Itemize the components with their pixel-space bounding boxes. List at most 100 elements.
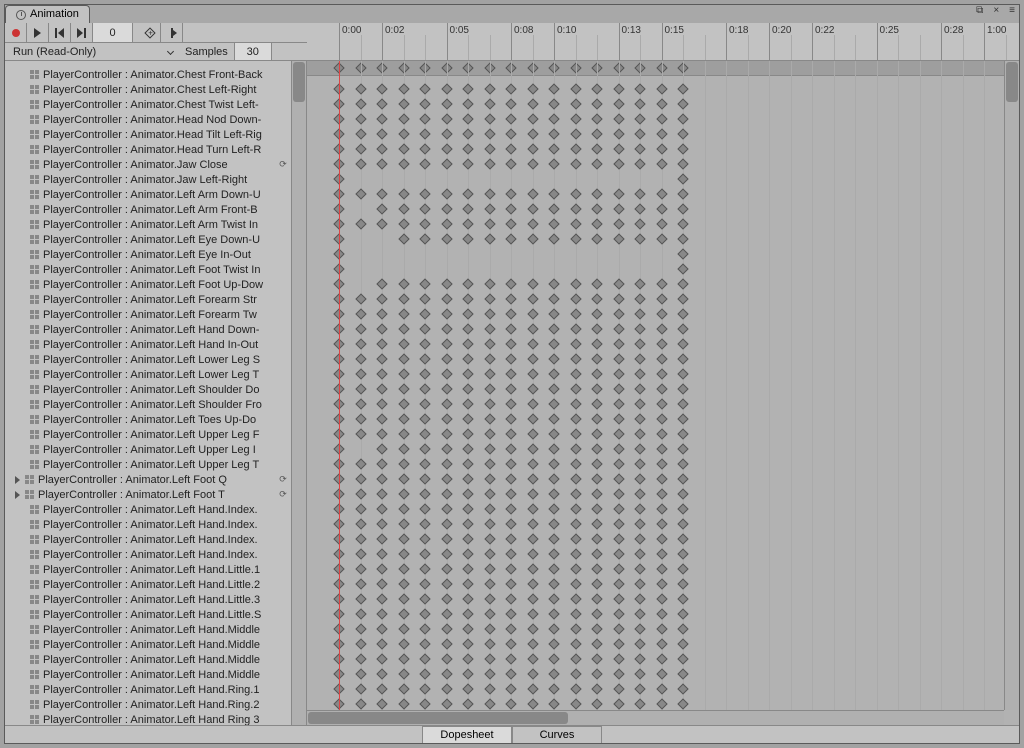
- keyframe[interactable]: [355, 113, 366, 124]
- keyframe[interactable]: [570, 428, 581, 439]
- property-row[interactable]: PlayerController : Animator.Left Arm Twi…: [5, 217, 306, 232]
- keyframe[interactable]: [441, 653, 452, 664]
- keyframe[interactable]: [634, 548, 645, 559]
- keyframe[interactable]: [591, 563, 602, 574]
- keyframe[interactable]: [591, 488, 602, 499]
- keyframe-row[interactable]: [307, 412, 1004, 427]
- keyframe[interactable]: [677, 698, 688, 709]
- keyframe[interactable]: [462, 398, 473, 409]
- keyframe[interactable]: [677, 683, 688, 694]
- keyframe[interactable]: [398, 488, 409, 499]
- keyframe[interactable]: [355, 518, 366, 529]
- keyframe[interactable]: [484, 563, 495, 574]
- keyframe[interactable]: [570, 683, 581, 694]
- keyframe[interactable]: [548, 458, 559, 469]
- keyframe[interactable]: [634, 413, 645, 424]
- keyframe[interactable]: [462, 488, 473, 499]
- keyframe[interactable]: [419, 368, 430, 379]
- keyframe[interactable]: [505, 323, 516, 334]
- keyframe[interactable]: [376, 638, 387, 649]
- keyframe-row[interactable]: [307, 397, 1004, 412]
- keyframe[interactable]: [634, 143, 645, 154]
- keyframe[interactable]: [527, 593, 538, 604]
- keyframe[interactable]: [656, 128, 667, 139]
- keyframe[interactable]: [462, 623, 473, 634]
- keyframe[interactable]: [441, 278, 452, 289]
- keyframe[interactable]: [484, 698, 495, 709]
- keyframe[interactable]: [634, 668, 645, 679]
- keyframe[interactable]: [376, 533, 387, 544]
- keyframe[interactable]: [484, 323, 495, 334]
- keyframe[interactable]: [398, 143, 409, 154]
- expand-icon[interactable]: [15, 476, 20, 484]
- keyframe[interactable]: [591, 203, 602, 214]
- keyframe[interactable]: [677, 293, 688, 304]
- keyframe[interactable]: [398, 188, 409, 199]
- keyframe[interactable]: [398, 623, 409, 634]
- keyframe[interactable]: [527, 473, 538, 484]
- keyframe[interactable]: [376, 143, 387, 154]
- keyframe[interactable]: [677, 488, 688, 499]
- keyframe[interactable]: [462, 338, 473, 349]
- keyframe[interactable]: [376, 113, 387, 124]
- keyframe[interactable]: [548, 638, 559, 649]
- keyframe[interactable]: [355, 683, 366, 694]
- keyframe[interactable]: [613, 518, 624, 529]
- keyframe[interactable]: [484, 98, 495, 109]
- keyframe-row[interactable]: [307, 562, 1004, 577]
- keyframe-row[interactable]: [307, 202, 1004, 217]
- keyframe[interactable]: [505, 443, 516, 454]
- keyframe[interactable]: [462, 668, 473, 679]
- keyframe[interactable]: [441, 533, 452, 544]
- keyframe[interactable]: [419, 293, 430, 304]
- keyframe[interactable]: [548, 578, 559, 589]
- keyframe[interactable]: [376, 353, 387, 364]
- keyframe[interactable]: [656, 668, 667, 679]
- keyframe[interactable]: [484, 233, 495, 244]
- keyframe[interactable]: [591, 458, 602, 469]
- keyframe[interactable]: [419, 188, 430, 199]
- keyframe[interactable]: [634, 158, 645, 169]
- keyframe[interactable]: [441, 623, 452, 634]
- keyframe[interactable]: [656, 233, 667, 244]
- keyframe[interactable]: [634, 593, 645, 604]
- scrollbar-thumb[interactable]: [1006, 62, 1018, 102]
- keyframe[interactable]: [441, 188, 452, 199]
- keyframe[interactable]: [376, 278, 387, 289]
- keyframe[interactable]: [656, 83, 667, 94]
- keyframe[interactable]: [527, 158, 538, 169]
- keyframe[interactable]: [677, 218, 688, 229]
- keyframe[interactable]: [613, 293, 624, 304]
- property-row[interactable]: PlayerController : Animator.Left Hand.Ri…: [5, 697, 306, 712]
- keyframe[interactable]: [355, 668, 366, 679]
- keyframe[interactable]: [591, 338, 602, 349]
- keyframe[interactable]: [398, 233, 409, 244]
- keyframe[interactable]: [527, 443, 538, 454]
- keyframe[interactable]: [634, 203, 645, 214]
- keyframe[interactable]: [376, 488, 387, 499]
- keyframe[interactable]: [677, 338, 688, 349]
- keyframe[interactable]: [462, 638, 473, 649]
- keyframe-row[interactable]: [307, 502, 1004, 517]
- keyframe[interactable]: [656, 608, 667, 619]
- keyframe[interactable]: [613, 503, 624, 514]
- keyframe[interactable]: [548, 83, 559, 94]
- add-keyframe-button[interactable]: [139, 23, 161, 42]
- keyframe[interactable]: [613, 533, 624, 544]
- keyframe[interactable]: [677, 383, 688, 394]
- keyframe[interactable]: [591, 698, 602, 709]
- keyframe[interactable]: [505, 473, 516, 484]
- keyframe[interactable]: [484, 293, 495, 304]
- keyframe[interactable]: [376, 383, 387, 394]
- dopesheet-tab[interactable]: Dopesheet: [422, 726, 512, 743]
- close-icon[interactable]: ×: [991, 5, 1001, 16]
- keyframe[interactable]: [591, 188, 602, 199]
- keyframe[interactable]: [613, 143, 624, 154]
- keyframe[interactable]: [677, 503, 688, 514]
- keyframe[interactable]: [441, 398, 452, 409]
- keyframe[interactable]: [570, 593, 581, 604]
- property-row[interactable]: PlayerController : Animator.Left Hand.Mi…: [5, 637, 306, 652]
- keyframe[interactable]: [591, 443, 602, 454]
- samples-field[interactable]: 30: [234, 43, 272, 60]
- keyframe[interactable]: [591, 533, 602, 544]
